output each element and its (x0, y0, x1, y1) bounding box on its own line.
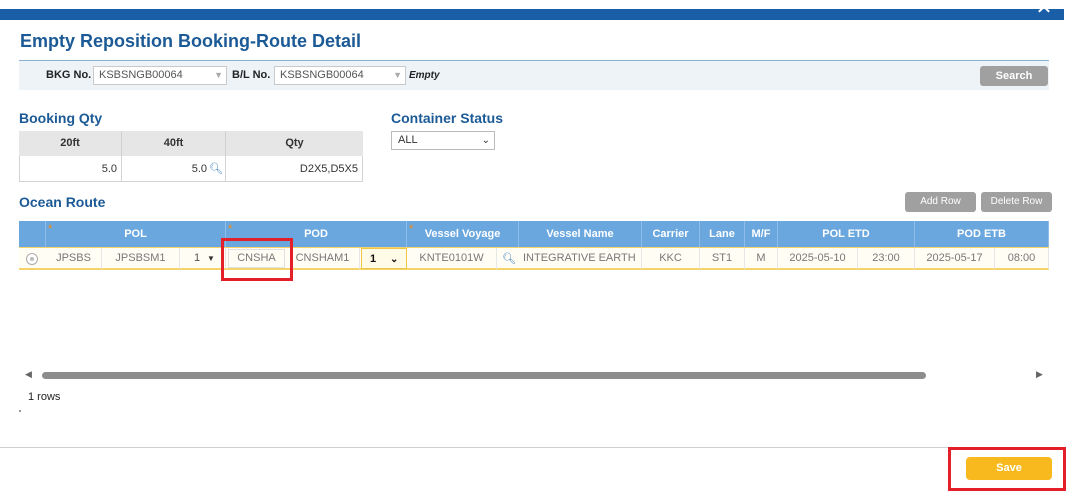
row-radio[interactable] (26, 253, 38, 265)
close-icon[interactable]: ✕ (1034, 0, 1054, 17)
grid-header-select (19, 221, 46, 247)
mf-cell[interactable]: M (745, 248, 778, 269)
qty-header-qty: Qty (226, 131, 363, 156)
chevron-down-icon: ▼ (207, 254, 215, 263)
bl-no-label: B/L No. (232, 69, 271, 81)
chevron-down-icon: ⌄ (390, 254, 399, 265)
pol-seq-select[interactable]: 1 ▼ (180, 248, 226, 269)
highlight-box-save (948, 447, 1066, 491)
delete-row-button[interactable]: Delete Row (981, 192, 1052, 212)
highlight-box-pod (221, 238, 293, 281)
horizontal-scrollbar-thumb[interactable] (42, 372, 926, 379)
container-status-title: Container Status (391, 110, 504, 126)
lane-cell[interactable]: ST1 (700, 248, 745, 269)
container-status-select[interactable]: ALL ⌄ (391, 131, 495, 150)
qty-20ft-value: 5.0 (19, 156, 122, 182)
empty-label: Empty (409, 70, 440, 81)
pol-etd-time-cell[interactable]: 23:00 (858, 248, 915, 269)
ocean-route-title: Ocean Route (19, 194, 106, 210)
bl-no-value: KSBSNGB00064 (280, 69, 364, 81)
chevron-down-icon: ▼ (393, 70, 402, 80)
grid-header-carrier[interactable]: Carrier (642, 221, 700, 247)
chevron-down-icon: ▼ (214, 70, 223, 80)
window-top-margin (0, 0, 1064, 9)
grid-header-pod-etb[interactable]: POD ETB (915, 221, 1049, 247)
pod-seq-value: 1 (370, 253, 377, 265)
qty-header-20ft: 20ft (19, 131, 122, 156)
search-button[interactable]: Search (980, 66, 1048, 86)
pol-terminal-cell[interactable]: JPSBSM1 (102, 248, 180, 269)
footer-divider (0, 447, 1064, 448)
page-title: Empty Reposition Booking-Route Detail (20, 31, 362, 51)
required-mark: * (228, 223, 233, 235)
grid-header-vessel-voyage[interactable]: Vessel Voyage (407, 221, 519, 247)
qty-total-value: D2X5,D5X5 (226, 156, 363, 182)
grid-header-lane[interactable]: Lane (700, 221, 745, 247)
bl-no-input[interactable]: KSBSNGB00064 ▼ (274, 66, 406, 85)
vessel-name-cell[interactable]: INTEGRATIVE EARTH (519, 248, 642, 269)
row-count: 1 rows (28, 391, 61, 403)
container-status-value: ALL (398, 134, 418, 146)
pol-etd-date-cell[interactable]: 2025-05-10 (778, 248, 858, 269)
grid-header-pol[interactable]: POL (46, 221, 226, 247)
vessel-voyage-cell[interactable]: KNTE0101W (407, 248, 497, 269)
grid-header-mf[interactable]: M/F (745, 221, 778, 247)
divider-dot (19, 410, 21, 412)
carrier-cell[interactable]: KKC (642, 248, 700, 269)
booking-qty-title: Booking Qty (19, 110, 103, 126)
pol-seq-value: 1 (194, 252, 201, 264)
required-mark: * (409, 223, 414, 235)
pod-seq-select[interactable]: 1 ⌄ (361, 248, 407, 269)
add-row-button[interactable]: Add Row (905, 192, 976, 212)
scroll-right-icon[interactable]: ▶ (1036, 369, 1043, 380)
scroll-left-icon[interactable]: ◀ (25, 369, 32, 380)
pol-code-cell[interactable]: JPSBS (46, 248, 102, 269)
search-icon[interactable]: 🔍︎ (209, 162, 223, 175)
bkg-no-input[interactable]: KSBSNGB00064 ▼ (93, 66, 227, 85)
pod-terminal-cell[interactable]: CNSHAM1 (286, 248, 360, 269)
qty-header-40ft: 40ft (122, 131, 226, 156)
search-icon[interactable]: 🔍︎ (502, 252, 516, 265)
required-mark: * (48, 223, 53, 235)
pod-etb-time-cell[interactable]: 08:00 (995, 248, 1049, 269)
pod-etb-date-cell[interactable]: 2025-05-17 (915, 248, 995, 269)
grid-header-vessel-name[interactable]: Vessel Name (519, 221, 642, 247)
grid-header-pol-etd[interactable]: POL ETD (778, 221, 915, 247)
bkg-no-label: BKG No. (46, 69, 92, 81)
bkg-no-value: KSBSNGB00064 (99, 69, 183, 81)
chevron-down-icon: ⌄ (481, 135, 490, 146)
